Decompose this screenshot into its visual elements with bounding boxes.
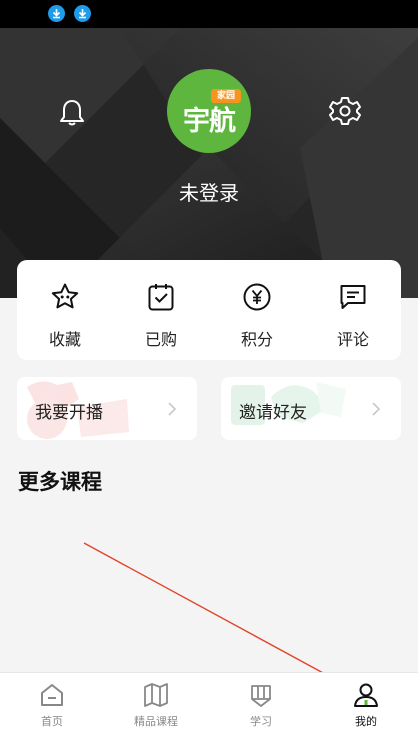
tab-study[interactable]: 学习 xyxy=(209,673,313,743)
clipboard-check-icon xyxy=(148,284,174,311)
home-icon xyxy=(41,684,63,706)
download-icon xyxy=(48,5,65,22)
profile-header: 家园 宇航 未登录 xyxy=(0,28,418,298)
purchased-button[interactable]: 已购 xyxy=(113,260,209,360)
status-bar xyxy=(0,0,418,28)
logo-text: 宇航 xyxy=(183,106,236,137)
quick-actions-card: 收藏 已购 积分 评论 xyxy=(17,260,401,360)
comments-label: 评论 xyxy=(336,330,369,349)
tab-mine[interactable]: 我的 xyxy=(314,673,418,743)
start-live-label: 我要开播 xyxy=(35,403,103,423)
chevron-right-icon xyxy=(372,402,381,416)
comments-button[interactable]: 评论 xyxy=(305,260,401,360)
download-icon xyxy=(74,5,91,22)
favorites-button[interactable]: 收藏 xyxy=(17,260,113,360)
start-live-tile[interactable]: 我要开播 xyxy=(17,377,197,440)
points-label: 积分 xyxy=(240,330,273,349)
pencil-icon xyxy=(251,685,271,707)
star-icon xyxy=(51,283,79,309)
favorites-label: 收藏 xyxy=(48,330,81,349)
tab-label: 学习 xyxy=(250,715,272,728)
tab-home[interactable]: 首页 xyxy=(0,673,104,743)
tab-label: 首页 xyxy=(41,715,63,728)
tab-label: 精品课程 xyxy=(134,715,178,728)
comment-icon xyxy=(340,285,366,309)
tab-courses[interactable]: 精品课程 xyxy=(104,673,208,743)
avatar[interactable]: 家园 宇航 xyxy=(167,69,251,153)
purchased-label: 已购 xyxy=(144,330,177,349)
bell-icon[interactable] xyxy=(56,96,88,128)
invite-friends-label: 邀请好友 xyxy=(239,403,307,423)
tab-label: 我的 xyxy=(355,715,377,728)
gear-icon[interactable] xyxy=(328,94,362,128)
points-button[interactable]: 积分 xyxy=(209,260,305,360)
chevron-right-icon xyxy=(168,402,177,416)
username-label[interactable]: 未登录 xyxy=(0,177,418,206)
invite-friends-tile[interactable]: 邀请好友 xyxy=(221,377,401,440)
bottom-tab-bar: 首页 精品课程 学习 我的 xyxy=(0,672,418,743)
section-title: 更多课程 xyxy=(18,470,102,494)
yen-coin-icon xyxy=(243,283,271,311)
person-icon xyxy=(354,683,378,707)
book-icon xyxy=(144,683,168,707)
